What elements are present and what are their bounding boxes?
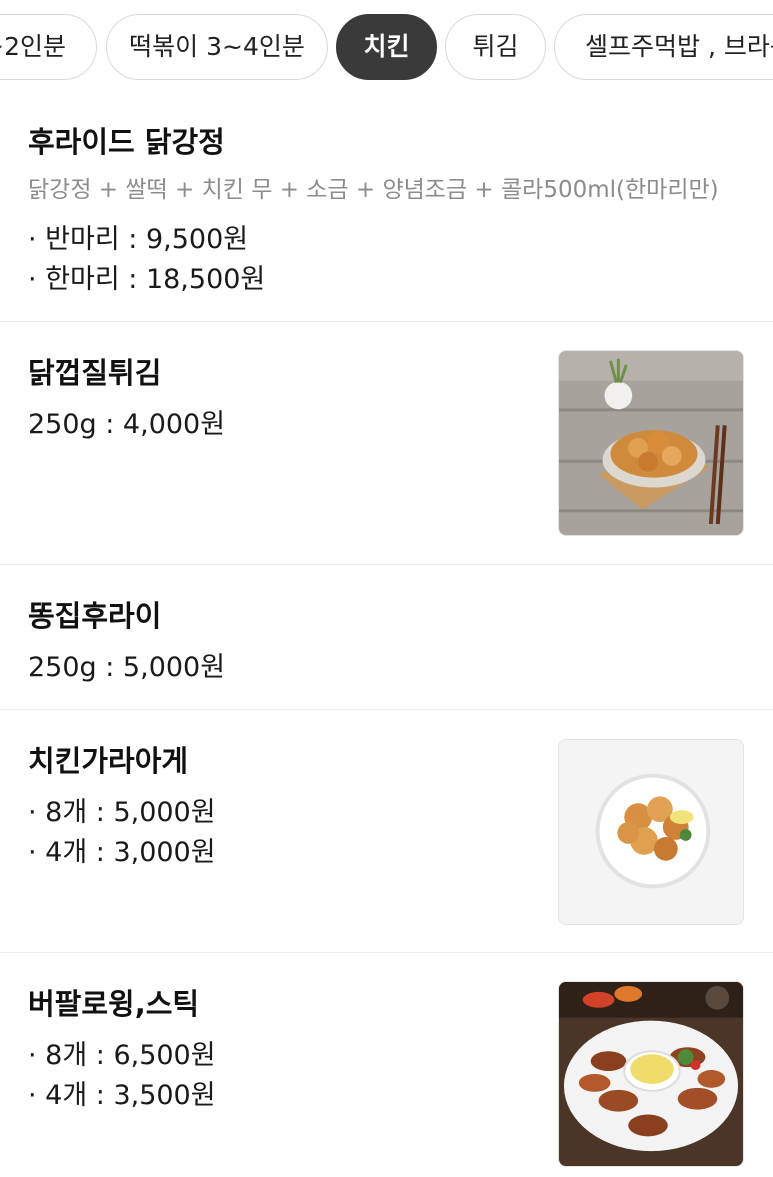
tab-tteokbokki-3-4-servings[interactable]: 떡볶이 3~4인분	[106, 14, 328, 80]
menu-item-price: 250g : 5,000원	[28, 652, 226, 683]
menu-item-name: 똥집후라이	[28, 599, 162, 633]
menu-item-chicken-karaage[interactable]: 치킨가라아게 · 8개 : 5,000원 · 4개 : 3,000원	[0, 710, 773, 953]
tab-self-rice-ball[interactable]: 셀프주먹밥 , 브라운	[554, 14, 773, 80]
tab-chicken[interactable]: 치킨	[336, 14, 437, 80]
tab-2-servings[interactable]: ~2인분	[0, 14, 97, 80]
menu-item-price: · 한마리 : 18,500원	[28, 264, 266, 295]
buffalo-wings-photo	[558, 981, 744, 1167]
menu-item-price: · 4개 : 3,000원	[28, 837, 216, 868]
menu-item-price: · 반마리 : 9,500원	[28, 224, 249, 255]
menu-item-chicken-skin[interactable]: 닭껍질튀김 250g : 4,000원	[0, 322, 773, 565]
menu-item-price: 250g : 4,000원	[28, 409, 226, 440]
menu-item-name: 치킨가라아게	[28, 744, 189, 778]
menu-item-description: 닭강정 + 쌀떡 + 치킨 무 + 소금 + 양념조금 + 콜라500ml(한마…	[28, 177, 719, 203]
menu-item-price: · 8개 : 5,000원	[28, 797, 216, 828]
menu-item-name: 후라이드 닭강정	[28, 125, 225, 159]
menu-item-fried-dakgangjeong[interactable]: 후라이드 닭강정 닭강정 + 쌀떡 + 치킨 무 + 소금 + 양념조금 + 콜…	[0, 95, 773, 322]
chicken-karaage-photo	[558, 739, 744, 925]
menu-item-name: 닭껍질튀김	[28, 356, 162, 390]
menu-item-price: · 8개 : 6,500원	[28, 1040, 216, 1071]
menu-item-gizzard-fry[interactable]: 똥집후라이 250g : 5,000원	[0, 565, 773, 710]
menu-item-price: · 4개 : 3,500원	[28, 1080, 216, 1111]
menu-item-buffalo-wings[interactable]: 버팔로윙,스틱 · 8개 : 6,500원 · 4개 : 3,500원	[0, 953, 773, 1177]
category-tab-bar: ~2인분 떡볶이 3~4인분 치킨 튀김 셀프주먹밥 , 브라운	[0, 0, 773, 95]
tab-fried[interactable]: 튀김	[445, 14, 546, 80]
menu-item-name: 버팔로윙,스틱	[28, 987, 200, 1021]
fried-chicken-skin-photo	[558, 350, 744, 536]
